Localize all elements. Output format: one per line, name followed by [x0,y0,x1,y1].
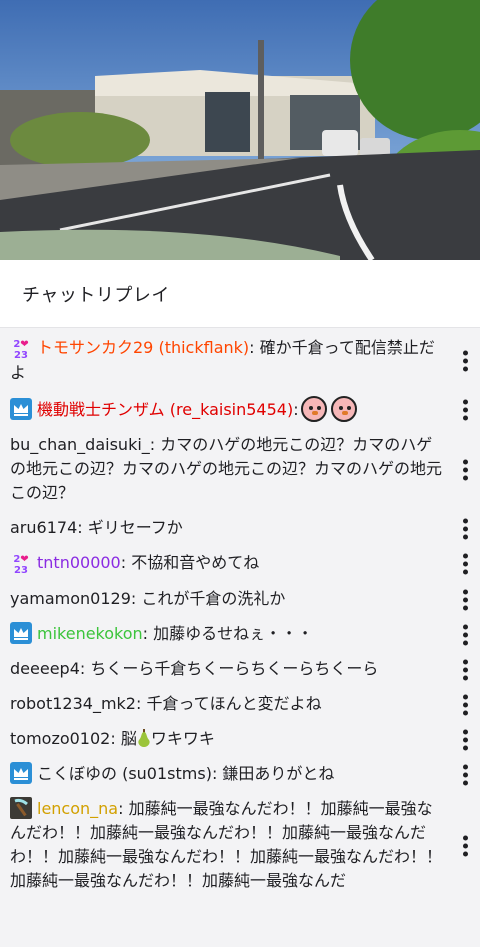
emote-icon [300,396,327,422]
chat-message-body: : 不協和音やめてね [120,553,260,572]
chat-list[interactable]: 2❤ 23 トモサンカク29 (thickflank): 確か千倉って配信禁止だよ機… [0,328,480,947]
chat-message: 機動戦士チンザム (re_kaisin5454): [0,391,480,428]
chat-message-text: lencon_na: 加藤純一最強なんだわ！！加藤純一最強なんだわ！！加藤純一最… [10,797,444,893]
chat-message-text: mikenekokon: 加藤ゆるせねぇ・・・ [10,622,444,646]
crown-icon [10,762,32,784]
chat-message-body: : 千倉ってほんと変だよね [135,694,322,713]
chat-message: aru6174: ギリセーフか [0,511,480,546]
more-vertical-icon[interactable] [462,624,468,645]
more-vertical-icon[interactable] [462,518,468,539]
chat-username[interactable]: robot1234_mk2 [10,694,136,713]
chat-title: チャットリプレイ [22,284,170,306]
chat-message: yamamon0129: これが千倉の洗礼か [0,582,480,617]
chat-message-text: bu_chan_daisuki_: カマのハゲの地元この辺？カマのハゲの地元この… [10,433,444,505]
more-vertical-icon[interactable] [462,589,468,610]
chat-username[interactable]: tntn00000 [37,553,121,572]
more-vertical-icon[interactable] [462,350,468,372]
chat-message: bu_chan_daisuki_: カマのハゲの地元この辺？カマのハゲの地元この… [0,428,480,511]
chat-message-text: yamamon0129: これが千倉の洗礼か [10,587,444,611]
chat-username[interactable]: mikenekokon [37,624,143,643]
chat-username[interactable]: deeeep4 [10,659,80,678]
chat-message: deeeep4: ちくーら千倉ちくーらちくーらちくーら [0,652,480,687]
chat-username[interactable]: トモサンカク29 (thickflank) [37,338,249,357]
video-player[interactable] [0,0,480,260]
chat-message-text: こくぼゆの (su01stms): 鎌田ありがとね [10,762,444,786]
video-frame [0,0,480,260]
chat-message: tomozo0102: 脳ワキワキ [0,722,480,757]
chat-username[interactable]: tomozo0102 [10,729,110,748]
crown-icon [10,398,32,420]
chat-message: mikenekokon: 加藤ゆるせねぇ・・・ [0,617,480,652]
chat-message: robot1234_mk2: 千倉ってほんと変だよね [0,687,480,722]
more-vertical-icon[interactable] [462,553,468,575]
more-vertical-icon[interactable] [462,729,468,750]
chat-message-body: : 加藤ゆるせねぇ・・・ [142,624,314,643]
more-vertical-icon[interactable] [462,694,468,715]
chat-message-body: : 脳 [110,729,137,748]
crown-icon [10,622,32,644]
chat-header: チャットリプレイ [0,260,480,328]
chat-message-text: 2❤ 23 トモサンカク29 (thickflank): 確か千倉って配信禁止だよ [10,336,444,385]
chat-username[interactable]: bu_chan_daisuki_ [10,435,150,454]
chat-message-text: tomozo0102: 脳ワキワキ [10,727,444,751]
more-vertical-icon[interactable] [462,835,468,856]
more-vertical-icon[interactable] [462,764,468,785]
emote-icon [330,396,357,422]
chat-message: lencon_na: 加藤純一最強なんだわ！！加藤純一最強なんだわ！！加藤純一最… [0,792,480,899]
chat-username[interactable]: lencon_na [37,799,118,818]
sub-badge-icon: 2❤ 23 [13,339,29,361]
chat-message-text: deeeep4: ちくーら千倉ちくーらちくーらちくーら [10,657,444,681]
chat-message-body: ワキワキ [150,729,215,748]
chat-message-body: : ギリセーフか [77,518,183,537]
chat-username[interactable]: yamamon0129 [10,589,131,608]
chat-message: 2❤ 23 トモサンカク29 (thickflank): 確か千倉って配信禁止だよ [0,331,480,391]
chat-message: こくぼゆの (su01stms): 鎌田ありがとね [0,757,480,792]
more-vertical-icon[interactable] [462,399,468,420]
chat-message-text: robot1234_mk2: 千倉ってほんと変だよね [10,692,444,716]
chat-message-text: aru6174: ギリセーフか [10,516,444,540]
chat-message-body: : [293,400,299,419]
chat-username[interactable]: aru6174 [10,518,77,537]
chat-message-text: 2❤ 23 tntn00000: 不協和音やめてね [10,551,444,576]
sub-badge-icon: 2❤ 23 [13,554,29,576]
chat-message-body: : 鎌田ありがとね [211,764,335,783]
more-vertical-icon[interactable] [462,459,468,480]
chat-message-text: 機動戦士チンザム (re_kaisin5454): [10,396,444,422]
chat-message-body: : ちくーら千倉ちくーらちくーらちくーら [79,659,379,678]
pear-icon [137,729,151,747]
more-vertical-icon[interactable] [462,659,468,680]
chat-username[interactable]: 機動戦士チンザム (re_kaisin5454) [37,400,293,419]
chat-message: 2❤ 23 tntn00000: 不協和音やめてね [0,546,480,582]
pickaxe-icon [10,797,32,819]
chat-username[interactable]: こくぼゆの (su01stms) [37,764,212,783]
chat-message-body: : これが千倉の洗礼か [130,589,286,608]
